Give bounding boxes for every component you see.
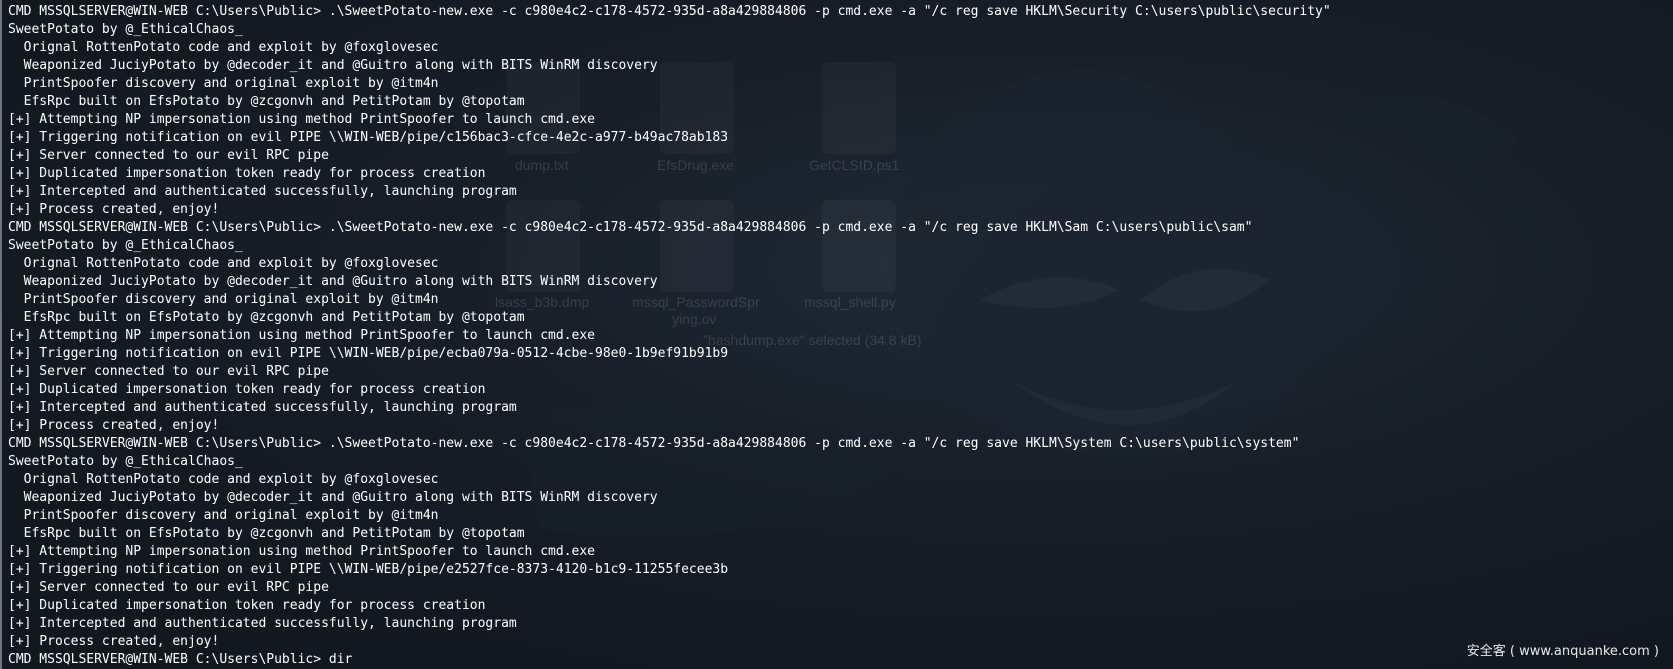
- terminal-line: [+] Duplicated impersonation token ready…: [8, 166, 486, 181]
- terminal-line: SweetPotato by @_EthicalChaos_: [8, 238, 243, 253]
- terminal-line: [+] Attempting NP impersonation using me…: [8, 112, 595, 127]
- terminal-line: PrintSpoofer discovery and original expl…: [8, 292, 439, 307]
- terminal-line: [+] Attempting NP impersonation using me…: [8, 328, 595, 343]
- terminal-line: EfsRpc built on EfsPotato by @zcgonvh an…: [8, 526, 525, 541]
- terminal-line: Weaponized JuciyPotato by @decoder_it an…: [8, 490, 658, 505]
- terminal-line: [+] Process created, enjoy!: [8, 418, 220, 433]
- terminal-line: [+] Process created, enjoy!: [8, 634, 220, 649]
- terminal-line: [+] Attempting NP impersonation using me…: [8, 544, 595, 559]
- terminal-line: EfsRpc built on EfsPotato by @zcgonvh an…: [8, 310, 525, 325]
- terminal-line-command: CMD MSSQLSERVER@WIN-WEB C:\Users\Public>…: [8, 436, 1300, 451]
- terminal-line-command: CMD MSSQLSERVER@WIN-WEB C:\Users\Public>…: [8, 4, 1331, 19]
- terminal-line-command: CMD MSSQLSERVER@WIN-WEB C:\Users\Public>…: [8, 220, 1253, 235]
- terminal-line: [+] Server connected to our evil RPC pip…: [8, 364, 329, 379]
- terminal-line: Weaponized JuciyPotato by @decoder_it an…: [8, 274, 658, 289]
- terminal-line: Weaponized JuciyPotato by @decoder_it an…: [8, 58, 658, 73]
- terminal-line: [+] Triggering notification on evil PIPE…: [8, 346, 729, 361]
- terminal-prompt-line[interactable]: CMD MSSQLSERVER@WIN-WEB C:\Users\Public>…: [8, 651, 1673, 669]
- terminal-line: [+] Triggering notification on evil PIPE…: [8, 130, 729, 145]
- terminal-line: SweetPotato by @_EthicalChaos_: [8, 22, 243, 37]
- site-watermark: 安全客 ( www.anquanke.com ): [1466, 644, 1659, 659]
- terminal-line: Orignal RottenPotato code and exploit by…: [8, 40, 439, 55]
- terminal-line: PrintSpoofer discovery and original expl…: [8, 76, 439, 91]
- terminal-line: [+] Triggering notification on evil PIPE…: [8, 562, 729, 577]
- terminal-line: [+] Duplicated impersonation token ready…: [8, 382, 486, 397]
- terminal-output[interactable]: CMD MSSQLSERVER@WIN-WEB C:\Users\Public>…: [0, 0, 1673, 669]
- terminal-line: SweetPotato by @_EthicalChaos_: [8, 454, 243, 469]
- terminal-line: Orignal RottenPotato code and exploit by…: [8, 472, 439, 487]
- terminal-line: [+] Server connected to our evil RPC pip…: [8, 580, 329, 595]
- terminal-line: [+] Intercepted and authenticated succes…: [8, 400, 517, 415]
- terminal-line: Orignal RottenPotato code and exploit by…: [8, 256, 439, 271]
- terminal-line: [+] Server connected to our evil RPC pip…: [8, 148, 329, 163]
- terminal-line: PrintSpoofer discovery and original expl…: [8, 508, 439, 523]
- terminal-line: [+] Process created, enjoy!: [8, 202, 220, 217]
- terminal-line: [+] Intercepted and authenticated succes…: [8, 616, 517, 631]
- terminal-line: [+] Duplicated impersonation token ready…: [8, 598, 486, 613]
- terminal-line: [+] Intercepted and authenticated succes…: [8, 184, 517, 199]
- terminal-line: EfsRpc built on EfsPotato by @zcgonvh an…: [8, 94, 525, 109]
